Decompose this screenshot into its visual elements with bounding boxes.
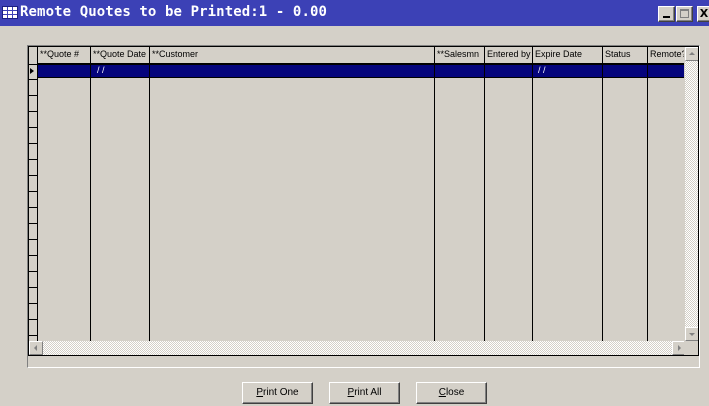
- vertical-scrollbar[interactable]: [684, 47, 698, 341]
- current-row-indicator-icon: [30, 68, 34, 74]
- arrow-left-icon: [34, 345, 37, 351]
- minimize-button[interactable]: [658, 6, 675, 22]
- column-status: Status: [603, 47, 648, 355]
- scroll-up-button[interactable]: [685, 47, 698, 61]
- column-entered-by: Entered by: [485, 47, 533, 355]
- column-quote-date: **Quote Date / /: [91, 47, 150, 355]
- scrollbar-corner: [684, 341, 698, 355]
- column-header-quote-no[interactable]: **Quote #: [38, 47, 90, 64]
- close-button[interactable]: Close: [416, 382, 487, 404]
- table-icon: [2, 6, 18, 19]
- record-selector-column[interactable]: [29, 47, 38, 355]
- column-header-expire-date[interactable]: Expire Date: [533, 47, 602, 64]
- column-expire-date: Expire Date / /: [533, 47, 603, 355]
- arrow-down-icon: [689, 333, 695, 336]
- scroll-down-button[interactable]: [685, 327, 698, 341]
- column-header-customer[interactable]: **Customer: [150, 47, 434, 64]
- window-title: Remote Quotes to be Printed:1 - 0.00: [20, 4, 328, 20]
- arrow-up-icon: [689, 52, 695, 55]
- column-customer: **Customer: [150, 47, 435, 355]
- horizontal-scrollbar[interactable]: [29, 341, 686, 355]
- cell-quote-date[interactable]: / /: [97, 65, 105, 75]
- column-quote-no: **Quote #: [38, 47, 91, 355]
- title-bar[interactable]: Remote Quotes to be Printed:1 - 0.00 X: [0, 0, 709, 26]
- column-header-status[interactable]: Status: [603, 47, 647, 64]
- column-header-salesmn[interactable]: **Salesmn: [435, 47, 484, 64]
- print-one-button[interactable]: Print One: [242, 382, 313, 404]
- print-all-button[interactable]: Print All: [329, 382, 400, 404]
- quotes-grid-frame: **Quote # **Quote Date / / **Customer **…: [27, 45, 700, 368]
- quotes-grid[interactable]: **Quote # **Quote Date / / **Customer **…: [28, 46, 699, 356]
- close-window-button[interactable]: X: [697, 6, 709, 22]
- column-header-quote-date[interactable]: **Quote Date: [91, 47, 149, 64]
- column-header-entered-by[interactable]: Entered by: [485, 47, 532, 64]
- maximize-button[interactable]: [676, 6, 693, 22]
- scroll-left-button[interactable]: [29, 341, 43, 355]
- cell-expire-date[interactable]: / /: [538, 65, 546, 75]
- arrow-right-icon: [678, 345, 681, 351]
- quotes-window: Remote Quotes to be Printed:1 - 0.00 X *…: [0, 0, 709, 406]
- column-salesmn: **Salesmn: [435, 47, 485, 355]
